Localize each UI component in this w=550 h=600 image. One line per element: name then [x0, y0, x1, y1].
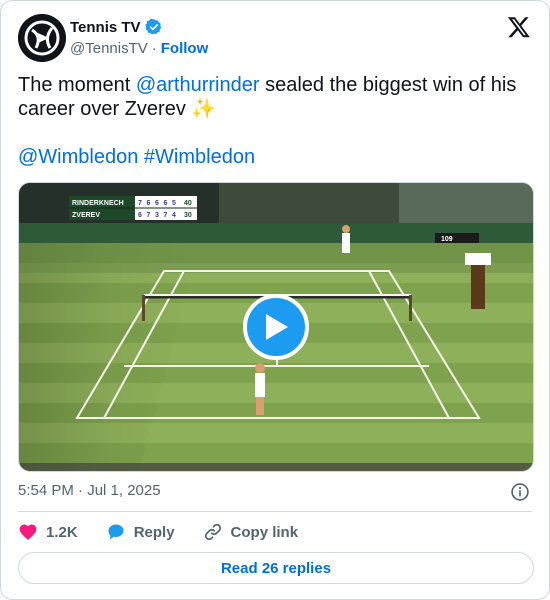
scoreboard-player1-set-2: 6 — [147, 200, 151, 207]
scoreboard-player1-set-3: 6 — [155, 200, 159, 207]
play-button[interactable] — [243, 294, 309, 360]
link-icon — [204, 523, 221, 541]
copy-link-button[interactable]: Copy link — [203, 522, 299, 542]
divider — [18, 511, 532, 512]
scoreboard-player2-set-5: 4 — [172, 212, 176, 219]
heart-icon — [19, 524, 37, 540]
scoreboard-player2-set-1: 6 — [138, 212, 142, 219]
x-logo-icon[interactable] — [507, 15, 531, 39]
speed-display: 109 — [441, 236, 453, 243]
scoreboard-player2-set-3: 3 — [155, 212, 159, 219]
play-icon — [266, 314, 288, 340]
author-name-row: Tennis TV — [70, 18, 163, 36]
tweet-timestamp[interactable]: 5:54 PM · Jul 1, 2025 — [18, 482, 161, 499]
wimbledon-mention-link[interactable]: @Wimbledon — [18, 146, 138, 168]
copy-link-label: Copy link — [230, 523, 299, 541]
scoreboard-player1: RINDERKNECH — [72, 200, 124, 207]
video-media[interactable]: RINDERKNECH ZVEREV 76665 67374 40 30 109 — [18, 182, 534, 472]
scoreboard-player2-set-2: 7 — [147, 212, 151, 219]
scoreboard-player1-set-5: 5 — [172, 200, 176, 207]
scoreboard-player2-set-4: 7 — [164, 212, 168, 219]
action-bar: 1.2K Reply Copy link — [18, 521, 326, 543]
tweet-text: The moment @arthurrinder sealed the bigg… — [18, 73, 533, 169]
scoreboard-player2: ZVEREV — [72, 212, 100, 219]
reply-button[interactable]: Reply — [106, 522, 175, 542]
separator-dot: · — [151, 40, 157, 57]
tweet-text-part1: The moment — [18, 74, 136, 96]
verified-badge-icon — [144, 18, 161, 35]
author-handle[interactable]: @TennisTV — [70, 40, 148, 57]
wimbledon-hashtag-link[interactable]: #Wimbledon — [144, 146, 255, 168]
scoreboard-player1-set-1: 7 — [138, 200, 142, 207]
author-display-name[interactable]: Tennis TV — [70, 19, 141, 36]
reply-label: Reply — [133, 523, 175, 541]
tweet-card: Tennis TV @TennisTV · Follow The moment … — [0, 0, 550, 600]
author-handle-row: @TennisTV · Follow — [70, 40, 208, 57]
reply-bubble-icon — [108, 524, 124, 540]
scoreboard-player1-points: 40 — [184, 200, 192, 207]
read-replies-button[interactable]: Read 26 replies — [18, 552, 534, 584]
avatar[interactable] — [18, 14, 66, 62]
like-count: 1.2K — [46, 523, 78, 541]
tennis-tv-logo-icon — [18, 14, 66, 62]
follow-button[interactable]: Follow — [161, 40, 209, 57]
scoreboard-player1-set-4: 6 — [164, 200, 168, 207]
scoreboard-player2-points: 30 — [184, 212, 192, 219]
info-icon[interactable] — [510, 482, 530, 502]
mention-link[interactable]: @arthurrinder — [136, 74, 260, 96]
like-button[interactable]: 1.2K — [18, 522, 78, 542]
